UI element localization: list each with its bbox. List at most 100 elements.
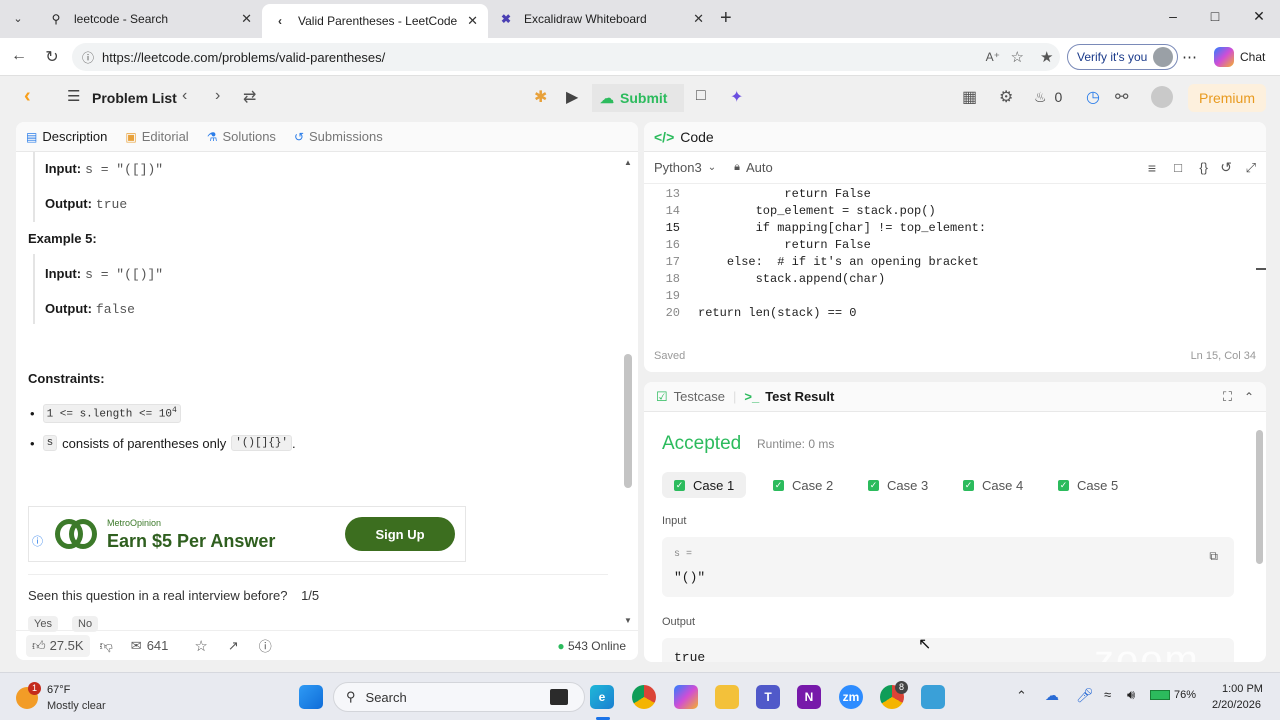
testcase-tab[interactable]: ☑ Testcase [656,389,725,405]
reload-button[interactable]: ↻ [41,47,63,67]
case-tab-2[interactable]: ✓ Case 2 [761,472,845,498]
premium-button[interactable]: Premium [1188,84,1266,112]
case-tab-3[interactable]: ✓ Case 3 [856,472,940,498]
favorites-icon[interactable]: ★ [1040,48,1053,66]
close-window-button[interactable]: ✕ [1244,8,1274,25]
format-icon[interactable]: ≡ [1148,160,1156,176]
timer-icon[interactable]: ◷ [1086,87,1100,107]
favorite-star-icon[interactable]: ☆ [1011,48,1024,66]
case-tab-5[interactable]: ✓ Case 5 [1046,472,1130,498]
help-icon[interactable]: ⓘ [259,636,272,655]
collapse-icon[interactable]: ⌃ [1244,390,1254,404]
notepad-icon[interactable] [921,685,945,709]
microphone-icon[interactable]: 🎤︎ [1076,687,1094,704]
url-field[interactable]: ⓘ https://leetcode.com/problems/valid-pa… [72,43,1060,71]
settings-gear-icon[interactable]: ⚙ [999,87,1013,107]
flask-icon: ⚗ [206,129,218,144]
bookmark-icon[interactable]: □ [1174,160,1182,175]
onenote-icon[interactable]: N [797,685,821,709]
like-button[interactable]: 👍︎ 27.5K [26,634,90,657]
comments-button[interactable]: ✉ 641 [131,638,169,654]
case-tab-1[interactable]: ✓ Case 1 [662,472,747,498]
language-select[interactable]: Python3 ⌄ [654,160,716,175]
shuffle-icon[interactable]: ⇄ [243,87,256,107]
chrome-icon[interactable] [632,685,656,709]
code-lines[interactable]: 13 return False 14 top_element = stack.p… [644,187,1254,332]
run-icon[interactable]: ▶ [566,87,578,107]
user-avatar[interactable] [1151,86,1173,108]
tab-editorial[interactable]: ▣ Editorial [125,129,188,144]
windows-start-icon[interactable] [299,685,323,709]
task-view-icon[interactable] [550,689,568,705]
read-aloud-icon[interactable]: A⁺ [986,50,1000,64]
site-info-icon[interactable]: ⓘ [82,49,94,66]
next-problem-icon[interactable]: › [215,87,220,105]
thumbs-down-icon[interactable]: 👎︎ [100,638,113,654]
more-menu-icon[interactable]: ⋯ [1182,48,1197,66]
leetcode-logo-icon[interactable]: ‹ [24,85,31,108]
expand-icon[interactable]: ⤢ [1246,160,1256,176]
scrollbar[interactable] [1256,430,1263,564]
case-label: Case 1 [693,477,735,493]
ai-sparkle-icon[interactable]: ✦ [730,87,743,107]
copilot-chat-button[interactable]: Chat [1214,47,1265,67]
taskbar-search[interactable]: ⚲ Search [333,682,585,712]
new-tab-button[interactable]: + [720,7,732,30]
tab-excalidraw[interactable]: ✖ Excalidraw Whiteboard ✕ [488,4,714,34]
minimize-button[interactable]: – [1158,8,1188,24]
tab-valid-parentheses[interactable]: ‹ Valid Parentheses - LeetCode ✕ [262,4,488,38]
scrollbar[interactable] [624,354,632,488]
clock-date[interactable]: 2/20/2026 [1212,699,1261,711]
close-icon[interactable]: ✕ [467,13,478,29]
ad-info-icon[interactable]: ⓘ [32,533,43,549]
tab-submissions[interactable]: ↺ Submissions [294,129,383,144]
add-friend-icon[interactable]: ⚯ [1115,87,1128,107]
tab-leetcode-search[interactable]: ⚲ leetcode - Search ✕ [38,4,262,34]
maximize-icon[interactable]: ⛶ [1223,389,1232,405]
maximize-button[interactable]: □ [1200,8,1230,24]
copilot-icon[interactable] [674,685,698,709]
debug-icon[interactable]: ✱ [534,87,547,107]
language-label: Python3 [654,160,702,175]
wifi-icon[interactable]: ≈ [1104,687,1111,702]
notes-icon[interactable]: □ [696,87,706,105]
ad-signup-button[interactable]: Sign Up [345,517,455,551]
file-explorer-icon[interactable] [715,685,739,709]
battery-indicator[interactable]: 76% [1150,689,1196,701]
url-text: https://leetcode.com/problems/valid-pare… [102,49,386,65]
layout-icon[interactable]: ▦ [962,87,977,107]
submit-button[interactable]: ☁ Submit [592,84,684,112]
close-icon[interactable]: ✕ [241,11,252,27]
case-tab-4[interactable]: ✓ Case 4 [951,472,1035,498]
share-icon[interactable]: ↗ [228,638,239,654]
scroll-up-arrow-icon[interactable]: ▲ [624,158,632,167]
output-value: true [95,197,128,212]
close-icon[interactable]: ✕ [693,11,704,27]
zoom-icon[interactable]: zm [839,685,863,709]
tab-solutions[interactable]: ⚗ Solutions [207,129,276,144]
book-icon: ▣ [125,129,137,144]
onedrive-icon[interactable]: ☁ [1045,687,1059,704]
code-scrollbar[interactable] [1256,268,1266,270]
weather-widget[interactable]: 1 67°F Mostly clear [16,681,126,715]
problem-list-link[interactable]: Problem List [92,90,177,106]
edge-browser-icon[interactable]: e [590,685,614,709]
clock-time[interactable]: 1:00 PM [1222,683,1263,695]
advertisement-banner[interactable]: ⓘ MetroOpinion Earn $5 Per Answer Sign U… [28,506,466,562]
verify-profile-button[interactable]: Verify it's you [1067,44,1179,70]
copy-icon[interactable]: ⧉ [1209,549,1218,564]
volume-icon[interactable]: 🔊︎ [1127,687,1135,703]
test-result-tab[interactable]: >_ Test Result [744,389,834,404]
star-icon[interactable]: ☆ [194,637,207,655]
tray-chevron-up-icon[interactable]: ⌃ [1016,688,1027,704]
scroll-down-arrow-icon[interactable]: ▼ [624,616,632,625]
prev-problem-icon[interactable]: ‹ [182,87,187,105]
tab-actions-button[interactable]: ⌄ [8,9,28,29]
tab-description[interactable]: ▤ Description [26,129,107,144]
streak-counter[interactable]: ♨ 0 [1034,89,1062,106]
braces-icon[interactable]: {} [1199,160,1208,175]
reset-icon[interactable]: ↺ [1220,159,1232,176]
back-button[interactable]: ← [8,47,30,65]
teams-icon[interactable]: T [756,685,780,709]
auto-mode[interactable]: Auto [746,160,773,175]
